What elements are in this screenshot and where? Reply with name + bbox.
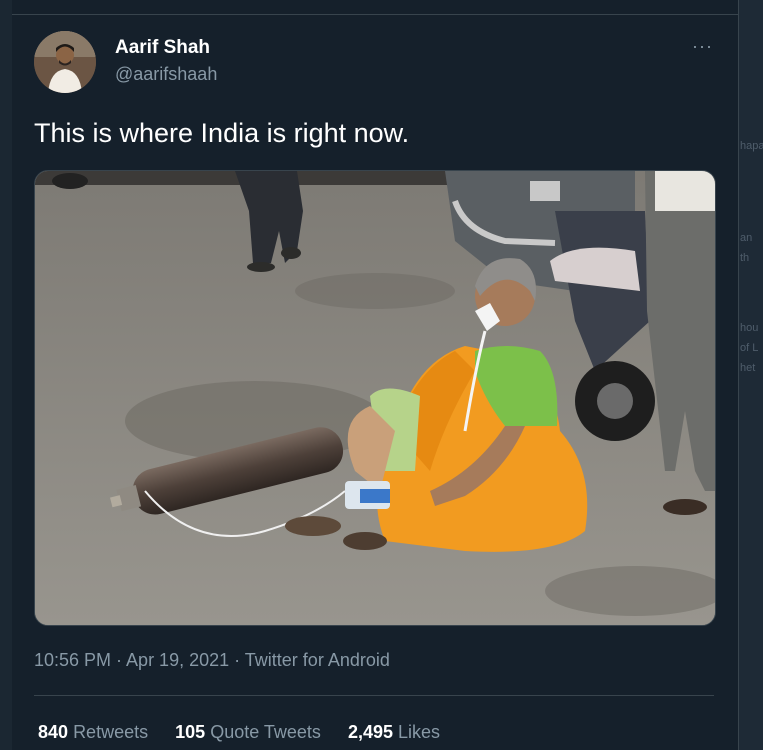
background-text: hapa (740, 140, 763, 152)
likes-label: Likes (398, 722, 441, 742)
background-text: of L (740, 342, 759, 354)
background-text: hou (740, 322, 759, 334)
background-text: an (740, 232, 753, 244)
divider (34, 695, 714, 696)
retweets-stat[interactable]: 840 Retweets (38, 722, 148, 742)
likes-count: 2,495 (347, 722, 393, 742)
author-handle[interactable]: @aarifshaah (115, 64, 217, 85)
tweet-card: Aarif Shah @aarifshaah ··· This is where… (12, 0, 739, 750)
background-text: het (740, 362, 756, 374)
quote-tweets-stat[interactable]: 105 Quote Tweets (175, 722, 321, 742)
tweet-timestamp[interactable]: 10:56 PM · Apr 19, 2021 · Twitter for An… (34, 650, 390, 671)
quote-tweets-count: 105 (175, 722, 206, 742)
avatar[interactable] (34, 31, 96, 93)
tweet-stats: 840 Retweets 105 Quote Tweets 2,495 Like… (38, 722, 462, 743)
right-background-panel: hapa an th hou of L het (738, 0, 763, 750)
author-name[interactable]: Aarif Shah (115, 37, 210, 59)
background-text: th (740, 252, 750, 264)
divider (12, 14, 738, 15)
quote-tweets-label: Quote Tweets (210, 722, 321, 742)
retweets-count: 840 (38, 722, 69, 742)
likes-stat[interactable]: 2,495 Likes (348, 722, 440, 742)
tweet-photo[interactable] (34, 170, 716, 626)
retweets-label: Retweets (73, 722, 149, 742)
more-options-icon[interactable]: ··· (692, 36, 713, 57)
tweet-text: This is where India is right now. (34, 118, 410, 148)
left-background-panel (0, 0, 12, 750)
